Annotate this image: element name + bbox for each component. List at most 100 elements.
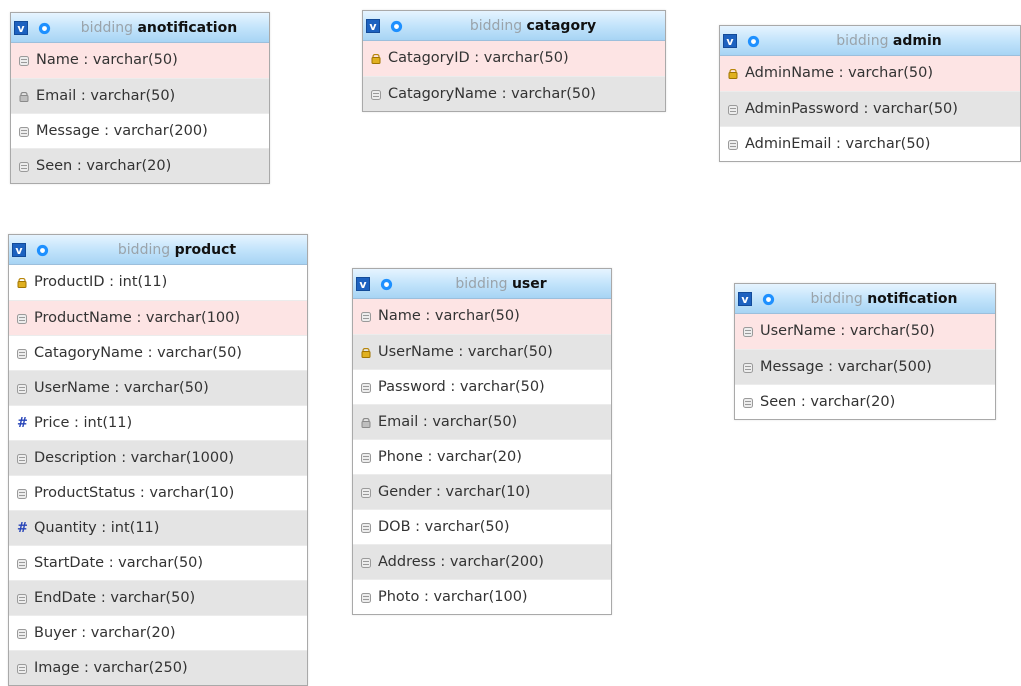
column-row[interactable]: Seen : varchar(20) <box>11 148 269 183</box>
table-anotification[interactable]: v bidding anotification Name : varchar(5… <box>10 12 270 184</box>
column-label: DOB : varchar(50) <box>378 519 510 535</box>
column-row[interactable]: # Quantity : int(11) <box>9 510 307 545</box>
column-row[interactable]: Photo : varchar(100) <box>353 579 611 614</box>
gear-icon[interactable] <box>37 21 52 36</box>
gear-icon[interactable] <box>379 277 394 292</box>
column-row[interactable]: Address : varchar(200) <box>353 544 611 579</box>
column-row[interactable]: Seen : varchar(20) <box>735 384 995 419</box>
column-row[interactable]: Gender : varchar(10) <box>353 474 611 509</box>
gear-icon[interactable] <box>746 34 761 49</box>
collapse-toggle-button[interactable]: v <box>14 21 28 35</box>
column-row[interactable]: EndDate : varchar(50) <box>9 580 307 615</box>
table-header[interactable]: v bidding catagory <box>363 11 665 41</box>
table-notification[interactable]: v bidding notification UserName : varcha… <box>734 283 996 420</box>
database-name: bidding <box>117 242 171 258</box>
table-header[interactable]: v bidding anotification <box>11 13 269 43</box>
column-label: StartDate : varchar(50) <box>34 555 204 571</box>
table-admin[interactable]: v bidding admin AdminName : varchar(50) … <box>719 25 1021 162</box>
column-label: Description : varchar(1000) <box>34 450 235 466</box>
column-row[interactable]: CatagoryID : varchar(50) <box>363 41 665 76</box>
table-name: product <box>174 242 237 258</box>
column-label: Message : varchar(200) <box>36 123 208 139</box>
collapse-toggle-button[interactable]: v <box>738 292 752 306</box>
collapse-toggle-button[interactable]: v <box>366 19 380 33</box>
column-row[interactable]: Email : varchar(50) <box>11 78 269 113</box>
column-row[interactable]: Phone : varchar(20) <box>353 439 611 474</box>
column-label: Quantity : int(11) <box>34 520 160 536</box>
column-row[interactable]: AdminPassword : varchar(50) <box>720 91 1020 126</box>
table-title: bidding anotification <box>55 20 263 36</box>
table-product[interactable]: v bidding product ProductID : int(11) Pr… <box>8 234 308 686</box>
collapse-toggle-button[interactable]: v <box>12 243 26 257</box>
table-header[interactable]: v bidding admin <box>720 26 1020 56</box>
column-row[interactable]: # Price : int(11) <box>9 405 307 440</box>
column-row[interactable]: Password : varchar(50) <box>353 369 611 404</box>
column-row[interactable]: Name : varchar(50) <box>11 43 269 78</box>
column-label: Seen : varchar(20) <box>36 158 172 174</box>
column-label: UserName : varchar(50) <box>760 323 935 339</box>
collapse-toggle-button[interactable]: v <box>723 34 737 48</box>
table-catagory[interactable]: v bidding catagory CatagoryID : varchar(… <box>362 10 666 112</box>
column-row[interactable]: ProductStatus : varchar(10) <box>9 475 307 510</box>
column-row[interactable]: Name : varchar(50) <box>353 299 611 334</box>
column-row[interactable]: DOB : varchar(50) <box>353 509 611 544</box>
column-label: Address : varchar(200) <box>378 554 544 570</box>
column-icon <box>361 383 371 393</box>
column-icon <box>19 127 29 137</box>
column-icon <box>371 90 381 100</box>
column-row[interactable]: Description : varchar(1000) <box>9 440 307 475</box>
column-label: AdminEmail : varchar(50) <box>745 136 931 152</box>
column-icon <box>361 593 371 603</box>
column-row[interactable]: Message : varchar(200) <box>11 113 269 148</box>
column-label: CatagoryName : varchar(50) <box>388 86 596 102</box>
table-title: bidding product <box>53 242 301 258</box>
table-header[interactable]: v bidding notification <box>735 284 995 314</box>
column-row[interactable]: AdminName : varchar(50) <box>720 56 1020 91</box>
database-name: bidding <box>80 20 133 36</box>
key-icon <box>371 54 381 64</box>
gear-icon[interactable] <box>35 243 50 258</box>
table-title: bidding notification <box>779 291 989 307</box>
column-label: Gender : varchar(10) <box>378 484 531 500</box>
column-label: ProductStatus : varchar(10) <box>34 485 235 501</box>
key-icon <box>17 278 27 288</box>
column-row[interactable]: CatagoryName : varchar(50) <box>9 335 307 370</box>
table-header[interactable]: v bidding product <box>9 235 307 265</box>
column-row[interactable]: Email : varchar(50) <box>353 404 611 439</box>
column-icon <box>361 453 371 463</box>
column-label: Email : varchar(50) <box>378 414 518 430</box>
table-title: bidding user <box>397 276 605 292</box>
column-row[interactable]: Buyer : varchar(20) <box>9 615 307 650</box>
column-label: Name : varchar(50) <box>378 308 520 324</box>
index-icon <box>19 92 29 102</box>
table-title: bidding admin <box>764 33 1014 49</box>
column-row[interactable]: UserName : varchar(50) <box>735 314 995 349</box>
column-row[interactable]: AdminEmail : varchar(50) <box>720 126 1020 161</box>
column-icon <box>17 629 27 639</box>
column-row[interactable]: Message : varchar(500) <box>735 349 995 384</box>
column-label: CatagoryID : varchar(50) <box>388 50 569 66</box>
table-user[interactable]: v bidding user Name : varchar(50) UserNa… <box>352 268 612 615</box>
column-row[interactable]: ProductID : int(11) <box>9 265 307 300</box>
gear-icon[interactable] <box>761 292 776 307</box>
column-row[interactable]: UserName : varchar(50) <box>353 334 611 369</box>
column-icon <box>17 349 27 359</box>
collapse-toggle-button[interactable]: v <box>356 277 370 291</box>
table-name: anotification <box>137 20 238 36</box>
column-row[interactable]: UserName : varchar(50) <box>9 370 307 405</box>
gear-icon[interactable] <box>389 19 404 34</box>
column-row[interactable]: ProductName : varchar(100) <box>9 300 307 335</box>
database-name: bidding <box>455 276 508 292</box>
table-header[interactable]: v bidding user <box>353 269 611 299</box>
column-icon <box>743 327 753 337</box>
column-row[interactable]: StartDate : varchar(50) <box>9 545 307 580</box>
column-row[interactable]: CatagoryName : varchar(50) <box>363 76 665 111</box>
index-icon <box>361 418 371 428</box>
column-label: AdminPassword : varchar(50) <box>745 101 958 117</box>
numeric-icon: # <box>17 521 28 536</box>
table-name: user <box>511 276 547 292</box>
column-label: UserName : varchar(50) <box>34 380 209 396</box>
column-row[interactable]: Image : varchar(250) <box>9 650 307 685</box>
key-icon <box>361 348 371 358</box>
table-name: admin <box>892 33 942 49</box>
